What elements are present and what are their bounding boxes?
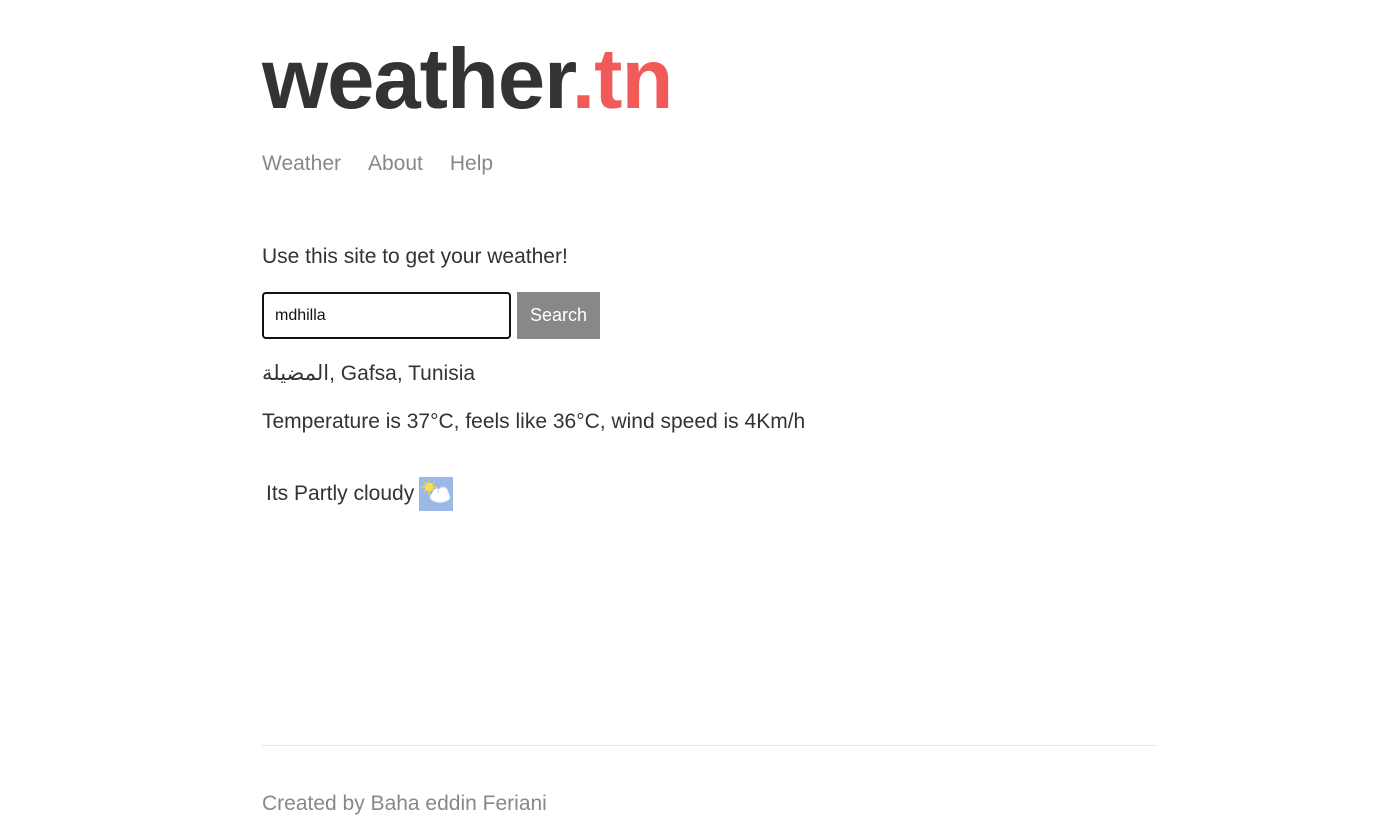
footer-divider	[262, 745, 1157, 746]
condition-text: Its Partly cloudy	[266, 482, 415, 505]
location-text: المضيلة, Gafsa, Tunisia	[262, 362, 476, 385]
location-search-input[interactable]	[262, 292, 511, 339]
nav-help-link[interactable]: Help	[450, 150, 493, 178]
partly-cloudy-icon	[419, 477, 454, 511]
footer-credit: Created by Baha eddin Feriani	[262, 792, 547, 815]
intro-text: Use this site to get your weather!	[262, 245, 568, 268]
brand-suffix: .tn	[571, 32, 674, 127]
site-logo: weather.tn	[262, 30, 674, 130]
nav-about-link[interactable]: About	[368, 150, 423, 178]
weather-condition: Its Partly cloudy	[266, 477, 454, 511]
main-container: weather.tn Weather About Help Use this s…	[262, 0, 1157, 840]
brand-name: weather	[262, 32, 573, 127]
forecast-text: Temperature is 37°C, feels like 36°C, wi…	[262, 410, 806, 433]
nav-weather-link[interactable]: Weather	[262, 150, 341, 178]
page: weather.tn Weather About Help Use this s…	[0, 0, 1389, 840]
main-nav: Weather About Help	[262, 150, 493, 178]
search-button[interactable]: Search	[517, 292, 600, 339]
search-form: Search	[262, 292, 600, 339]
